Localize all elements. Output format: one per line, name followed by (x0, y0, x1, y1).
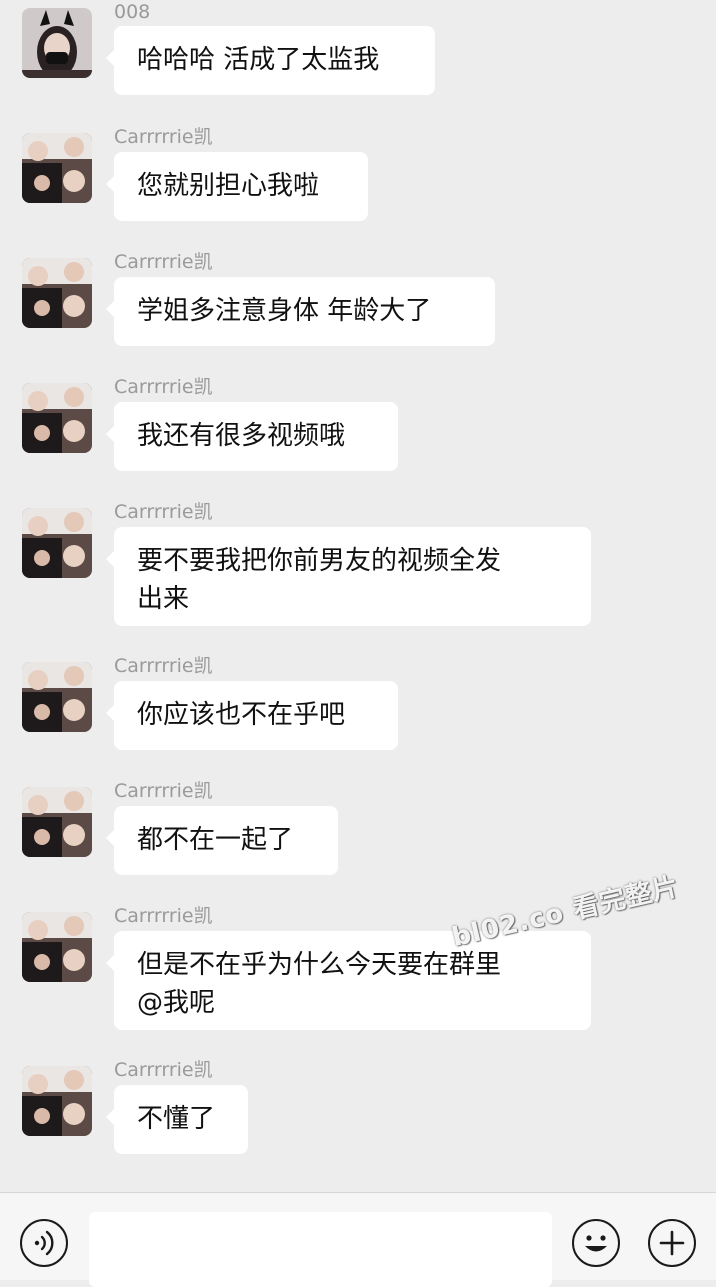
message-bubble[interactable]: 您就别担心我啦 (106, 152, 368, 221)
sender-name: Carrrrrie凯 (114, 655, 213, 677)
voice-icon[interactable] (20, 1219, 68, 1267)
emoji-icon[interactable] (572, 1219, 620, 1267)
avatar[interactable] (22, 8, 92, 78)
sender-name: Carrrrrie凯 (114, 501, 213, 523)
chat-input-bar (0, 1192, 716, 1287)
avatar[interactable] (22, 508, 92, 578)
message-bubble[interactable]: 不懂了 (106, 1085, 248, 1154)
sender-name: Carrrrrie凯 (114, 376, 213, 398)
sender-name: Carrrrrie凯 (114, 1059, 213, 1081)
sender-name: Carrrrrie凯 (114, 780, 213, 802)
message-input[interactable] (89, 1212, 552, 1287)
plus-icon[interactable] (648, 1219, 696, 1267)
avatar[interactable] (22, 787, 92, 857)
avatar[interactable] (22, 912, 92, 982)
chat-message-list[interactable]: 008 哈哈哈 活成了太监我 Carrrrrie凯 您就别担心我啦 Carrrr… (0, 0, 716, 1192)
message-bubble[interactable]: 我还有很多视频哦 (106, 402, 398, 471)
avatar[interactable] (22, 258, 92, 328)
message-bubble[interactable]: 但是不在乎为什么今天要在群里 @我呢 (106, 931, 591, 1030)
avatar[interactable] (22, 133, 92, 203)
message-bubble[interactable]: 你应该也不在乎吧 (106, 681, 398, 750)
avatar[interactable] (22, 662, 92, 732)
message-bubble[interactable]: 都不在一起了 (106, 806, 338, 875)
sender-name: Carrrrrie凯 (114, 126, 213, 148)
sender-name: Carrrrrie凯 (114, 251, 213, 273)
sender-name: 008 (114, 1, 151, 23)
sender-name: Carrrrrie凯 (114, 905, 213, 927)
message-bubble[interactable]: 学姐多注意身体 年龄大了 (106, 277, 495, 346)
message-bubble[interactable]: 要不要我把你前男友的视频全发 出来 (106, 527, 591, 626)
avatar[interactable] (22, 1066, 92, 1136)
message-bubble[interactable]: 哈哈哈 活成了太监我 (106, 26, 435, 95)
avatar[interactable] (22, 383, 92, 453)
